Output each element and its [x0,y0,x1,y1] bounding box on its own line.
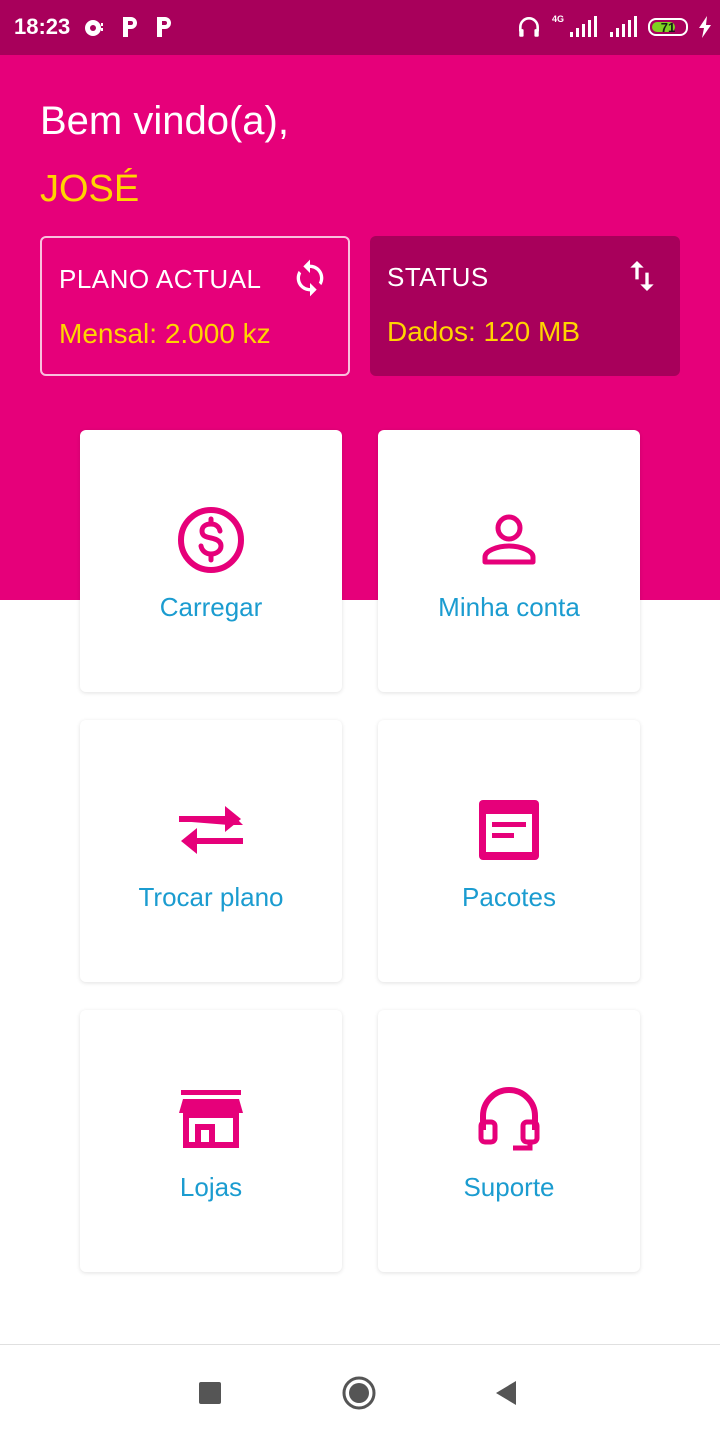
tile-suporte[interactable]: Suporte [378,1010,640,1272]
dollar-circle-icon [178,507,244,573]
parking-p-icon [123,17,137,37]
charging-icon [699,16,711,38]
back-icon[interactable] [488,1375,524,1411]
tile-carregar[interactable]: Carregar [80,430,342,692]
store-icon [179,1090,243,1148]
tile-pacotes[interactable]: Pacotes [378,720,640,982]
tile-label: Trocar plano [138,882,284,912]
user-icon [482,514,536,565]
signal-icon [570,16,597,37]
recents-icon[interactable] [192,1375,228,1411]
battery-level: 71 [660,19,676,35]
user-name: JOSÉ [40,168,140,210]
status-card-value: Dados: 120 MB [387,316,580,347]
tile-label: Pacotes [462,882,556,912]
tile-label: Lojas [179,1172,243,1202]
signal-icon [610,16,637,37]
headset-icon [478,1087,540,1151]
welcome-text: Bem vindo(a), [40,99,289,143]
data-transfer-icon[interactable] [622,256,662,296]
network-label: 4G [551,14,564,24]
plan-card-value: Mensal: 2.000 kz [59,318,271,349]
tile-trocar-plano[interactable]: Trocar plano [80,720,342,982]
package-icon [479,800,539,860]
plan-card[interactable]: PLANO ACTUAL Mensal: 2.000 kz [40,236,350,376]
status-bar: 18:23 4G 71 [0,0,720,55]
tile-lojas[interactable]: Lojas [80,1010,342,1272]
navigation-bar [0,1344,720,1441]
parking-p-icon [157,17,171,37]
tile-label: Suporte [463,1172,555,1202]
status-card-title: STATUS [387,262,489,292]
tile-label: Carregar [159,592,263,622]
status-card[interactable]: STATUS Dados: 120 MB [370,236,680,376]
swap-icon [179,806,243,854]
status-time: 18:23 [14,14,71,39]
battery-icon: 71 [648,18,688,36]
tile-label: Minha conta [438,592,580,622]
home-icon[interactable] [341,1375,377,1411]
plan-card-title: PLANO ACTUAL [59,264,262,294]
headphones-icon [519,17,539,37]
refresh-icon[interactable] [290,258,330,298]
tile-minha-conta[interactable]: Minha conta [378,430,640,692]
notification-icon [85,20,103,36]
